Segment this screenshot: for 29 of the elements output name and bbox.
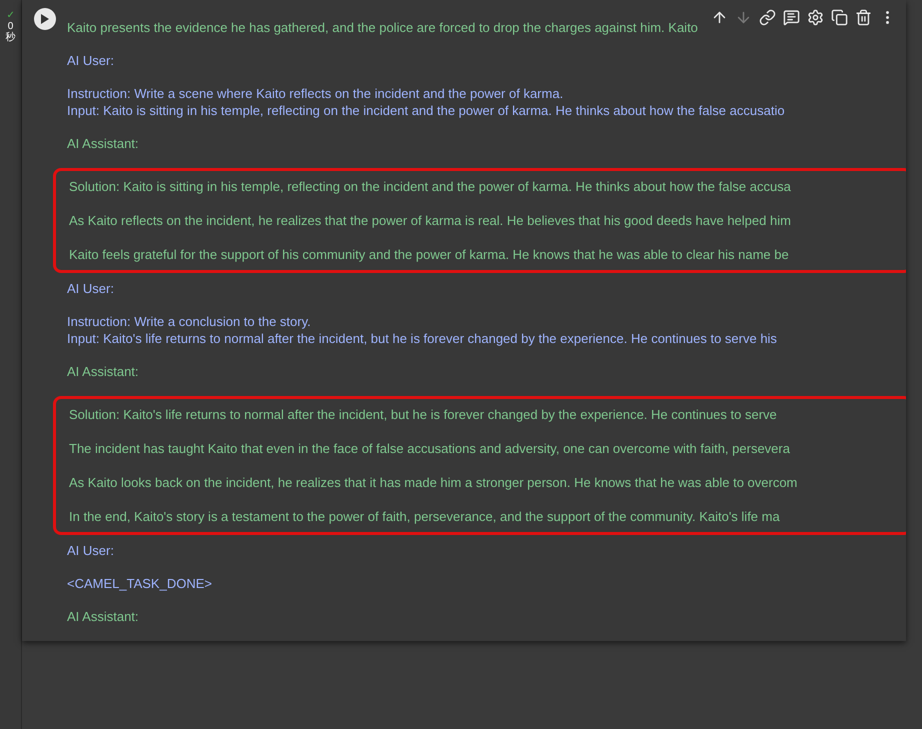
settings-icon[interactable] [807,8,824,26]
output-line: As Kaito looks back on the incident, he realizes that it has made him a stronger person. He knows that he was able to overcom [69,474,798,491]
output-line: Solution: Kaito's life returns to normal after the incident, but he is forever changed by the experience. He continues to serve [69,406,778,423]
output-line: AI Assistant: [67,608,140,625]
output-line: AI User: [67,52,115,69]
output-line: Kaito presents the evidence he has gathered, and the police are forced to drop the charges against him. Kaito [67,19,699,36]
comment-icon[interactable] [783,8,800,26]
output-line: AI Assistant: [67,135,140,152]
elapsed-time: 0 [8,21,14,32]
output-line: Input: Kaito is sitting in his temple, reflecting on the incident and the power of karma. He thinks about how the false accusatio [67,102,786,119]
done-checkmark: ✓ [6,10,14,21]
time-unit: 秒 [6,32,16,43]
play-icon [40,14,48,24]
output-line: The incident has taught Kaito that even in the face of false accusations and adversity, one can overcome with faith, persevera [69,440,791,457]
output-line: Instruction: Write a conclusion to the story. [67,313,312,330]
output-line: <CAMEL_TASK_DONE> [67,575,213,592]
output-line: As Kaito reflects on the incident, he realizes that the power of karma is real. He believes that his good deeds have helped him [69,212,792,229]
output-line: Kaito feels grateful for the support of his community and the power of karma. He knows that he was able to clear his name be [69,246,790,263]
run-button[interactable] [34,8,56,30]
copy-icon[interactable] [831,8,848,26]
trash-icon[interactable] [855,8,872,26]
output-line: AI User: [67,542,115,559]
link-icon[interactable] [759,8,776,26]
output-line: Instruction: Write a scene where Kaito reflects on the incident and the power of karma. [67,85,564,102]
output-line: AI Assistant: [67,363,140,380]
output-line: AI User: [67,280,115,297]
output-line: In the end, Kaito's story is a testament to the power of faith, perseverance, and the support of the community. Kaito's life ma [69,508,781,525]
output-line: Solution: Kaito is sitting in his temple, reflecting on the incident and the power of karma. He thinks about how the false accusa [69,178,792,195]
output-line: Input: Kaito's life returns to normal after the incident, but he is forever changed by the experience. He continues to serve his [67,330,778,347]
